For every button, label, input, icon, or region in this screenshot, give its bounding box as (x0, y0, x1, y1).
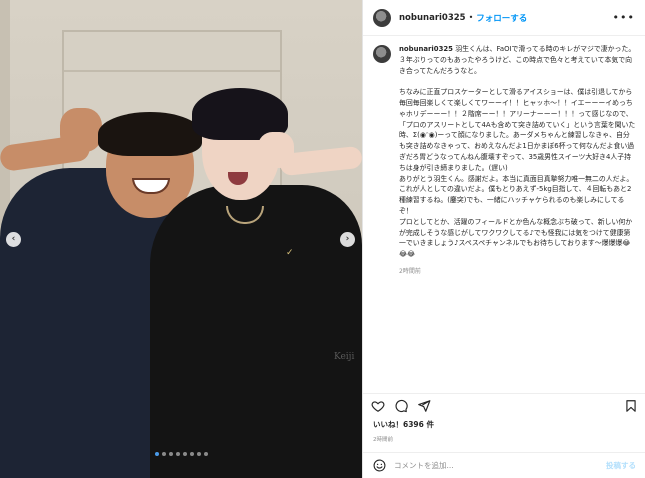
caption-body: 羽生くんは、FaOIで滑ってる時のキレがマジで凄かった。３年ぶりってのもあったや… (399, 45, 636, 259)
post-header: nobunari0325 • フォローする ••• (363, 0, 645, 36)
caption-username[interactable]: nobunari0325 (399, 45, 453, 53)
share-icon[interactable] (417, 399, 431, 413)
person-left-peace-sign (60, 108, 102, 152)
comment-input[interactable]: コメントを追加... (394, 460, 606, 471)
comment-bar: コメントを追加... 投稿する (363, 452, 645, 478)
bookmark-icon[interactable] (624, 399, 638, 413)
avatar[interactable] (373, 8, 391, 27)
carousel-dot (182, 452, 187, 456)
person-right-peace-sign (258, 132, 294, 168)
carousel-next-button[interactable]: › (340, 232, 355, 247)
carousel-dot (168, 452, 173, 456)
heart-icon[interactable] (371, 399, 385, 413)
carousel-dot (203, 452, 208, 456)
caption-time: 2時間前 (399, 267, 421, 275)
likes-count[interactable]: いいね！6396 件 (373, 419, 434, 430)
carousel-dot (175, 452, 180, 456)
person-left-hair (98, 112, 202, 156)
post-comment-button[interactable]: 投稿する (606, 460, 636, 471)
caption-text: nobunari0325 羽生くんは、FaOIで滑ってる時のキレがマジで凄かった… (399, 44, 636, 260)
header-username[interactable]: nobunari0325 (399, 13, 466, 23)
carousel-dot (189, 452, 194, 456)
action-bar (363, 393, 645, 415)
carousel-dot (196, 452, 201, 456)
shirt-logo: ✓ (286, 248, 294, 258)
post-photo[interactable]: ✓ Keiji ‹ › (0, 0, 362, 478)
caption-area[interactable]: nobunari0325 羽生くんは、FaOIで滑ってる時のキレがマジで凄かった… (363, 37, 645, 390)
carousel-dot (161, 452, 166, 456)
caption-row: nobunari0325 羽生くんは、FaOIで滑ってる時のキレがマジで凄かった… (373, 44, 636, 260)
emoji-icon[interactable] (373, 459, 386, 472)
caption-avatar[interactable] (373, 45, 391, 63)
comment-icon[interactable] (394, 399, 408, 413)
carousel-prev-button[interactable]: ‹ (6, 232, 21, 247)
header-separator: • (468, 13, 474, 22)
photo-credit: Keiji (334, 352, 355, 362)
carousel-dots (0, 452, 362, 456)
carousel-dot (154, 452, 159, 456)
person-right-body (150, 185, 362, 478)
posted-time: 2時間前 (373, 437, 393, 443)
more-options-icon[interactable]: ••• (613, 11, 635, 24)
follow-button[interactable]: フォローする (476, 12, 527, 24)
instagram-post-modal: ✓ Keiji ‹ › nobunari0325 • フォローする ••• no… (0, 0, 645, 478)
post-side-panel: nobunari0325 • フォローする ••• nobunari0325 羽… (362, 0, 645, 478)
